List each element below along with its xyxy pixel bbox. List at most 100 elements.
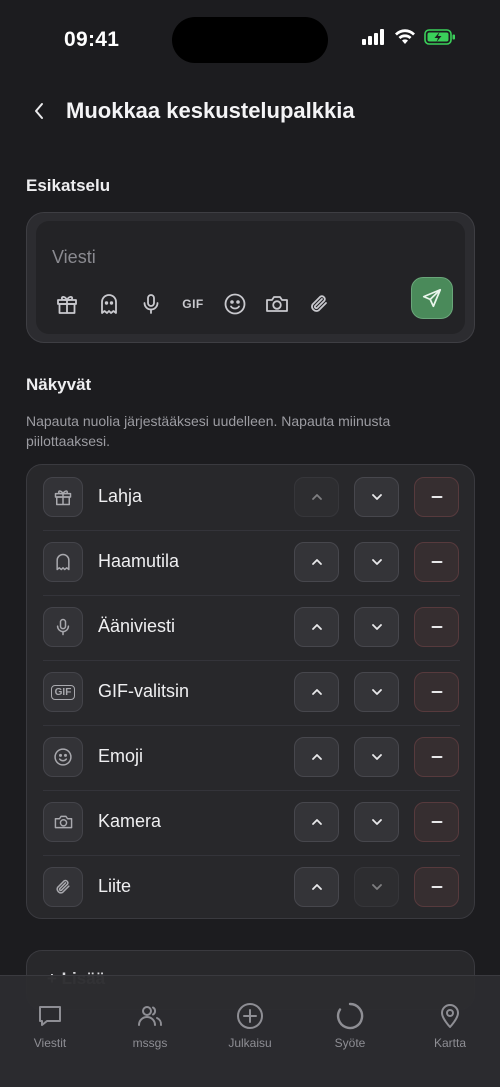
row-divider bbox=[43, 660, 460, 661]
remove-button[interactable] bbox=[414, 607, 459, 647]
chevron-up-icon bbox=[310, 750, 324, 764]
page-title: Muokkaa keskustelupalkkia bbox=[66, 98, 355, 123]
preview-input-area: Viesti GIF bbox=[36, 221, 465, 334]
emoji-icon bbox=[43, 737, 83, 777]
emoji-icon bbox=[222, 291, 248, 317]
item-label: Kamera bbox=[98, 811, 162, 831]
move-up-button[interactable] bbox=[294, 672, 339, 712]
gif-icon: GIF bbox=[182, 297, 204, 311]
chevron-down-icon bbox=[370, 685, 384, 699]
tab-post[interactable]: Julkaisu bbox=[210, 1002, 290, 1050]
move-up-button[interactable] bbox=[294, 737, 339, 777]
tab-label: Viestit bbox=[33, 1036, 67, 1050]
minus-icon bbox=[430, 815, 444, 829]
chevron-up-icon bbox=[310, 490, 324, 504]
chevron-down-icon bbox=[370, 490, 384, 504]
status-icons bbox=[362, 29, 456, 45]
cellular-signal-icon bbox=[362, 29, 386, 45]
status-time: 09:41 bbox=[64, 28, 120, 51]
item-label: Liite bbox=[98, 876, 132, 896]
map-pin-icon bbox=[410, 1002, 490, 1030]
move-down-button[interactable] bbox=[354, 802, 399, 842]
list-item-attachment: Liite bbox=[27, 855, 476, 920]
list-item-ghost-mode: Haamutila bbox=[27, 530, 476, 595]
minus-icon bbox=[430, 880, 444, 894]
chevron-up-icon bbox=[310, 685, 324, 699]
row-divider bbox=[43, 595, 460, 596]
paperclip-icon bbox=[43, 867, 83, 907]
minus-icon bbox=[430, 750, 444, 764]
wifi-icon bbox=[394, 29, 416, 45]
row-divider bbox=[43, 725, 460, 726]
remove-button[interactable] bbox=[414, 477, 459, 517]
tab-feed[interactable]: Syöte bbox=[310, 1002, 390, 1050]
list-item-camera: Kamera bbox=[27, 790, 476, 855]
remove-button[interactable] bbox=[414, 542, 459, 582]
move-up-button[interactable] bbox=[294, 802, 339, 842]
ghost-icon bbox=[96, 291, 122, 317]
send-arrow-icon bbox=[421, 287, 443, 309]
remove-button[interactable] bbox=[414, 802, 459, 842]
chevron-down-icon bbox=[370, 620, 384, 634]
chevron-down-icon bbox=[370, 815, 384, 829]
tab-bar: Viestit mssgs Julkaisu Syöte Kartta bbox=[0, 975, 500, 1087]
tab-map[interactable]: Kartta bbox=[410, 1002, 490, 1050]
send-button[interactable] bbox=[411, 277, 453, 319]
move-up-button[interactable] bbox=[294, 477, 339, 517]
minus-icon bbox=[430, 620, 444, 634]
move-down-button[interactable] bbox=[354, 672, 399, 712]
move-down-button[interactable] bbox=[354, 542, 399, 582]
list-item-voice-message: Ääniviesti bbox=[27, 595, 476, 660]
row-divider bbox=[43, 790, 460, 791]
chevron-down-icon bbox=[370, 555, 384, 569]
remove-button[interactable] bbox=[414, 867, 459, 907]
paperclip-icon bbox=[306, 291, 332, 317]
chevron-down-icon bbox=[370, 750, 384, 764]
people-icon bbox=[110, 1002, 190, 1030]
remove-button[interactable] bbox=[414, 672, 459, 712]
status-bar: 09:41 bbox=[0, 0, 500, 80]
item-label: Emoji bbox=[98, 746, 144, 766]
chat-bubble-icon bbox=[10, 1002, 90, 1030]
chevron-up-icon bbox=[310, 880, 324, 894]
move-down-button[interactable] bbox=[354, 737, 399, 777]
minus-icon bbox=[430, 490, 444, 504]
chat-bar-preview: Viesti GIF bbox=[26, 212, 475, 343]
visible-items-list: Lahja Haamutila Ääniviesti GIF GIF-valit… bbox=[26, 464, 475, 919]
list-item-gift: Lahja bbox=[27, 465, 476, 530]
row-divider bbox=[43, 530, 460, 531]
chevron-down-icon bbox=[370, 880, 384, 894]
tab-label: Julkaisu bbox=[228, 1036, 272, 1050]
gift-icon bbox=[43, 477, 83, 517]
nav-header: Muokkaa keskustelupalkkia bbox=[0, 88, 500, 134]
chevron-up-icon bbox=[310, 620, 324, 634]
dynamic-island bbox=[172, 17, 328, 63]
back-button[interactable] bbox=[26, 97, 52, 125]
plus-circle-icon bbox=[210, 1002, 290, 1030]
move-up-button[interactable] bbox=[294, 542, 339, 582]
item-label: GIF-valitsin bbox=[98, 681, 190, 701]
battery-charging-icon bbox=[424, 29, 456, 45]
move-down-button[interactable] bbox=[354, 607, 399, 647]
tab-label: mssgs bbox=[132, 1036, 168, 1050]
list-item-gif-picker: GIF GIF-valitsin bbox=[27, 660, 476, 725]
tab-messages[interactable]: Viestit bbox=[10, 1002, 90, 1050]
move-up-button[interactable] bbox=[294, 867, 339, 907]
gift-icon bbox=[54, 291, 80, 317]
list-item-emoji: Emoji bbox=[27, 725, 476, 790]
tab-mssgs[interactable]: mssgs bbox=[110, 1002, 190, 1050]
chevron-up-icon bbox=[310, 815, 324, 829]
visible-section-label: Näkyvät bbox=[26, 375, 92, 394]
item-label: Lahja bbox=[98, 486, 143, 506]
move-down-button[interactable] bbox=[354, 867, 399, 907]
feed-circle-icon bbox=[310, 1002, 390, 1030]
item-label: Ääniviesti bbox=[98, 616, 176, 636]
chevron-left-icon bbox=[33, 101, 45, 121]
remove-button[interactable] bbox=[414, 737, 459, 777]
tab-label: Syöte bbox=[334, 1036, 366, 1050]
gif-icon: GIF bbox=[43, 672, 83, 712]
move-down-button[interactable] bbox=[354, 477, 399, 517]
move-up-button[interactable] bbox=[294, 607, 339, 647]
message-placeholder: Viesti bbox=[52, 247, 96, 267]
camera-icon bbox=[43, 802, 83, 842]
